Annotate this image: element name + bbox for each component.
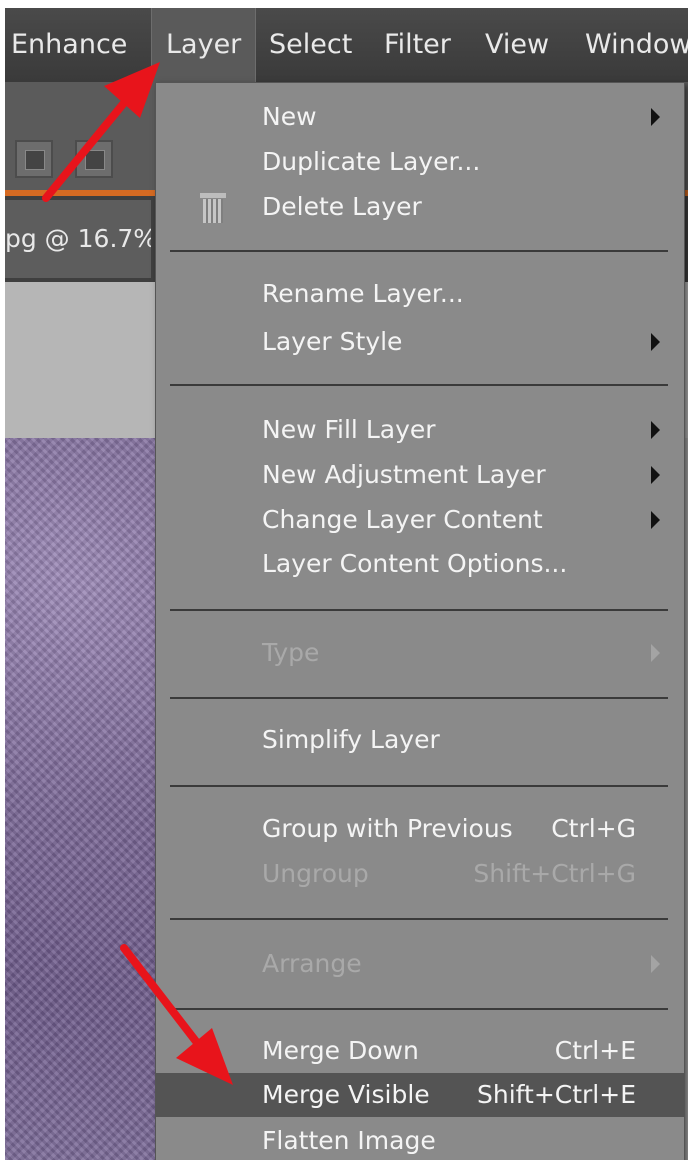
menu-item-group-with-previous[interactable]: Group with Previous Ctrl+G: [156, 807, 684, 851]
tool-option-button[interactable]: [15, 140, 53, 178]
menu-separator: [170, 918, 668, 920]
menu-item-shortcut: Ctrl+E: [554, 1036, 636, 1065]
tool-option-button[interactable]: [75, 140, 113, 178]
menu-item-layer-content-options[interactable]: Layer Content Options...: [156, 542, 684, 586]
menu-item-label: New: [262, 102, 317, 131]
menu-item-label: New Fill Layer: [262, 415, 436, 444]
editor-window: Enhance Layer Select Filter View Window …: [5, 8, 688, 1160]
menu-item-label: Rename Layer...: [262, 279, 464, 308]
menu-item-label: Group with Previous: [262, 814, 513, 843]
menu-item-rename-layer[interactable]: Rename Layer...: [156, 272, 684, 316]
menu-item-duplicate-layer[interactable]: Duplicate Layer...: [156, 140, 684, 184]
menu-item-new-adjustment-layer[interactable]: New Adjustment Layer: [156, 453, 684, 497]
menu-item-label: Ungroup: [262, 859, 369, 888]
menu-separator: [170, 1008, 668, 1010]
submenu-arrow-icon: [651, 955, 660, 973]
menu-enhance[interactable]: Enhance: [11, 8, 127, 82]
document-tab[interactable]: pg @ 16.7%: [5, 200, 151, 278]
menu-item-new-fill-layer[interactable]: New Fill Layer: [156, 408, 684, 452]
menu-item-layer-style[interactable]: Layer Style: [156, 320, 684, 364]
menu-separator: [170, 250, 668, 252]
menu-item-label: Layer Style: [262, 327, 403, 356]
menu-item-type: Type: [156, 631, 684, 675]
menu-item-delete-layer[interactable]: Delete Layer: [156, 185, 684, 229]
menu-item-label: Simplify Layer: [262, 725, 440, 754]
submenu-arrow-icon: [651, 108, 660, 126]
menu-item-shortcut: Shift+Ctrl+G: [473, 859, 636, 888]
submenu-arrow-icon: [651, 511, 660, 529]
menu-item-arrange: Arrange: [156, 942, 684, 986]
menu-bar: Enhance Layer Select Filter View Window: [5, 8, 688, 82]
submenu-arrow-icon: [651, 333, 660, 351]
menu-filter[interactable]: Filter: [384, 8, 451, 82]
menu-item-label: Type: [262, 638, 320, 667]
menu-item-flatten-image[interactable]: Flatten Image: [156, 1119, 684, 1160]
menu-item-shortcut: Shift+Ctrl+E: [477, 1080, 636, 1109]
menu-item-merge-down[interactable]: Merge Down Ctrl+E: [156, 1029, 684, 1073]
submenu-arrow-icon: [651, 466, 660, 484]
menu-view[interactable]: View: [485, 8, 549, 82]
trash-icon: [200, 193, 226, 223]
menu-item-label: Duplicate Layer...: [262, 147, 481, 176]
menu-item-label: Merge Visible: [262, 1080, 430, 1109]
menu-layer[interactable]: Layer: [151, 8, 257, 82]
purple-texture-image: [5, 438, 165, 1160]
submenu-arrow-icon: [651, 644, 660, 662]
menu-window[interactable]: Window: [585, 8, 688, 82]
menu-item-label: New Adjustment Layer: [262, 460, 546, 489]
menu-item-label: Layer Content Options...: [262, 549, 568, 578]
menu-item-label: Flatten Image: [262, 1126, 436, 1155]
menu-item-new[interactable]: New: [156, 95, 684, 139]
menu-separator: [170, 697, 668, 699]
menu-item-change-layer-content[interactable]: Change Layer Content: [156, 498, 684, 542]
menu-item-label: Delete Layer: [262, 192, 422, 221]
menu-item-label: Arrange: [262, 949, 362, 978]
menu-item-shortcut: Ctrl+G: [551, 814, 636, 843]
layer-menu-dropdown: New Duplicate Layer... Delete Layer Rena…: [155, 82, 685, 1160]
menu-separator: [170, 384, 668, 386]
submenu-arrow-icon: [651, 421, 660, 439]
menu-item-merge-visible[interactable]: Merge Visible Shift+Ctrl+E: [156, 1073, 684, 1117]
menu-item-label: Merge Down: [262, 1036, 419, 1065]
menu-separator: [170, 785, 668, 787]
menu-select[interactable]: Select: [269, 8, 352, 82]
menu-separator: [170, 609, 668, 611]
menu-item-ungroup: Ungroup Shift+Ctrl+G: [156, 852, 684, 896]
menu-item-simplify-layer[interactable]: Simplify Layer: [156, 718, 684, 762]
menu-item-label: Change Layer Content: [262, 505, 543, 534]
